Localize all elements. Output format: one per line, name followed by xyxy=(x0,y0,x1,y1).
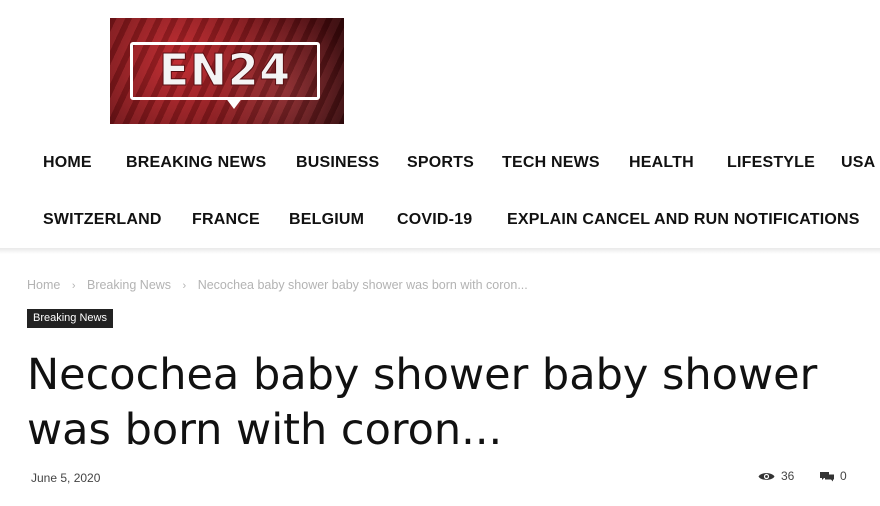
nav-item-breaking-news[interactable]: BREAKING NEWS xyxy=(126,148,266,178)
main-nav-row-2: SWITZERLAND FRANCE BELGIUM COVID-19 EXPL… xyxy=(0,205,880,235)
nav-item-explain-cancel[interactable]: EXPLAIN CANCEL AND RUN NOTIFICATIONS xyxy=(507,205,860,235)
comment-icon xyxy=(820,471,834,482)
breadcrumb-home[interactable]: Home xyxy=(27,278,60,292)
nav-item-sports[interactable]: SPORTS xyxy=(407,148,474,178)
comment-count[interactable]: 0 xyxy=(820,469,847,483)
nav-divider xyxy=(0,248,880,254)
chevron-right-icon: › xyxy=(182,280,187,292)
breadcrumb-category[interactable]: Breaking News xyxy=(87,278,171,292)
nav-item-home[interactable]: HOME xyxy=(43,148,92,178)
category-badge[interactable]: Breaking News xyxy=(27,309,113,328)
view-count-value: 36 xyxy=(781,469,795,483)
article-title: Necochea baby shower baby shower was bor… xyxy=(27,350,818,455)
nav-item-health[interactable]: HEALTH xyxy=(629,148,694,178)
breadcrumb-current: Necochea baby shower baby shower was bor… xyxy=(197,278,528,292)
chevron-right-icon: › xyxy=(71,280,76,292)
comment-count-value: 0 xyxy=(840,469,847,483)
site-logo[interactable]: EN24 xyxy=(110,18,344,124)
main-nav-row-1: HOME BREAKING NEWS BUSINESS SPORTS TECH … xyxy=(0,148,880,178)
nav-item-business[interactable]: BUSINESS xyxy=(296,148,379,178)
nav-item-lifestyle[interactable]: LIFESTYLE xyxy=(727,148,815,178)
view-count: 36 xyxy=(758,469,794,483)
nav-item-belgium[interactable]: BELGIUM xyxy=(289,205,364,235)
nav-item-france[interactable]: FRANCE xyxy=(192,205,260,235)
nav-item-switzerland[interactable]: SWITZERLAND xyxy=(43,205,162,235)
nav-item-usa[interactable]: USA xyxy=(841,148,875,178)
eye-icon xyxy=(758,471,775,482)
logo-text: EN24 xyxy=(158,45,292,96)
nav-item-tech-news[interactable]: TECH NEWS xyxy=(502,148,600,178)
breadcrumb: Home › Breaking News › Necochea baby sho… xyxy=(27,278,528,292)
nav-item-covid-19[interactable]: COVID-19 xyxy=(397,205,472,235)
article-date: June 5, 2020 xyxy=(31,471,101,485)
logo-frame: EN24 xyxy=(130,42,320,109)
